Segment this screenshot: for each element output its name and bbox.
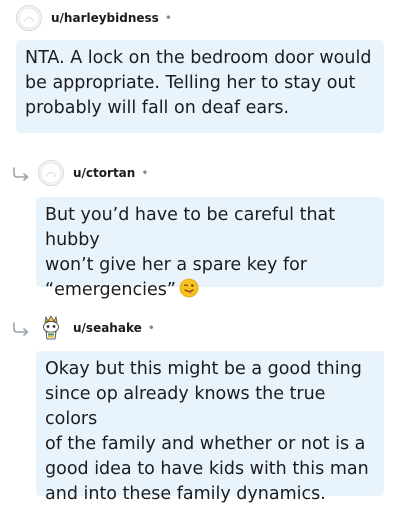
separator-dot: •: [147, 321, 155, 335]
comment-body: Okay but this might be a good thing sinc…: [36, 351, 384, 504]
comment: u/ctortan • But you’d have to be careful…: [10, 158, 384, 300]
default-avatar-icon[interactable]: [16, 5, 42, 31]
reply-arrow-icon: [10, 166, 32, 182]
comment: u/seahake • Okay but this might be a goo…: [10, 313, 384, 504]
winking-face-with-tongue-emoji: [179, 278, 199, 298]
default-avatar-icon[interactable]: [38, 160, 64, 186]
separator-dot: •: [141, 166, 149, 180]
comment-body: But you’d have to be careful that hubby …: [36, 197, 384, 300]
username[interactable]: u/harleybidness: [51, 11, 159, 25]
comment-header: u/seahake •: [10, 313, 384, 343]
username[interactable]: u/ctortan: [73, 166, 135, 180]
comment-header: u/harleybidness •: [16, 3, 384, 33]
comment-header: u/ctortan •: [10, 158, 384, 188]
reply-arrow-icon: [10, 321, 32, 337]
username[interactable]: u/seahake: [73, 321, 142, 335]
snoo-avatar-icon[interactable]: [38, 315, 64, 341]
comment: u/harleybidness • NTA. A lock on the bed…: [16, 3, 384, 133]
comment-body: NTA. A lock on the bedroom door would be…: [16, 40, 384, 133]
separator-dot: •: [164, 11, 172, 25]
